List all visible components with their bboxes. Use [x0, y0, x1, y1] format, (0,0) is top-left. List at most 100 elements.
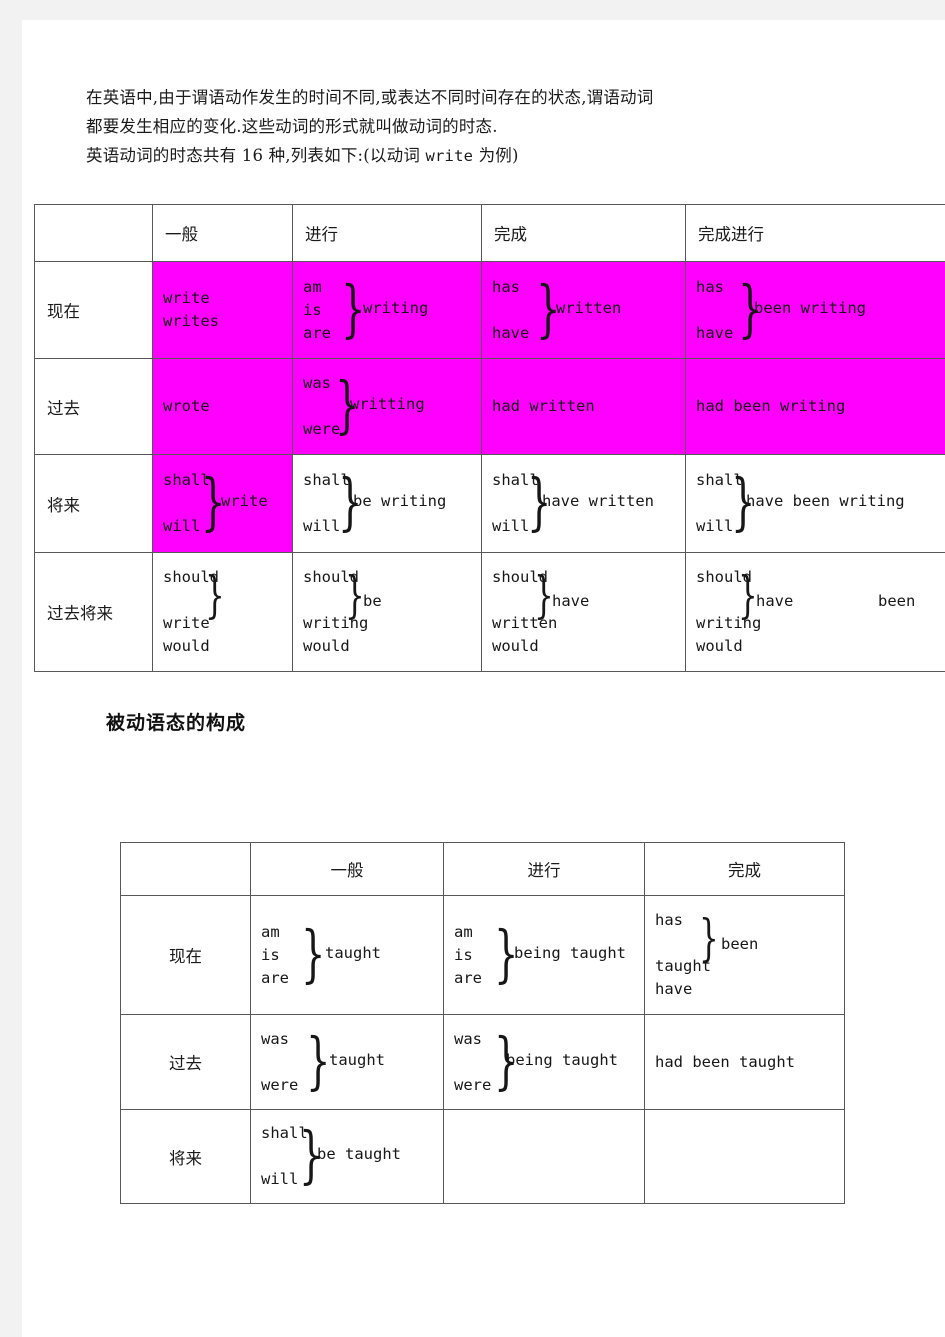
cell-content: had written	[482, 389, 685, 424]
brace-result: written	[556, 298, 622, 317]
brace-line-top: shall	[261, 1124, 308, 1142]
brace-result: have written	[542, 492, 654, 510]
brace-result: have	[552, 592, 590, 610]
brace-line-bottom: will	[492, 517, 530, 535]
table-row: 过去 was were } taught was were } being ta…	[120, 1014, 845, 1110]
brace-group: should written would } have	[482, 562, 685, 662]
brace-line-bottom: have	[492, 323, 530, 342]
tense-cell: has have } written	[481, 261, 686, 359]
cell-content: had been writing	[686, 389, 945, 424]
header-corner-cell	[120, 842, 251, 896]
header-cell: 一般	[250, 842, 444, 896]
brace-tail-2: would	[163, 637, 210, 655]
intro-line-2: 都要发生相应的变化.这些动词的形式就叫做动词的时态.	[86, 117, 498, 136]
brace-line-top: should	[696, 568, 752, 586]
brace-line-top: has	[696, 277, 724, 296]
brace-group: shall will } have written	[482, 465, 685, 542]
brace-line-top: should	[163, 568, 219, 586]
brace-result: have been writing	[746, 492, 905, 510]
table-header-row: 一般 进行 完成	[120, 842, 845, 896]
brace-line-bottom: are	[261, 968, 289, 987]
tense-cell: has taught have } been	[644, 895, 845, 1015]
brace-group: should writing would } be	[293, 562, 481, 662]
header-label: 一般	[165, 225, 198, 244]
tense-cell: shall will } have written	[481, 454, 686, 553]
row-label: 现在	[47, 302, 80, 321]
curly-brace-icon: }	[345, 566, 365, 624]
brace-result: be taught	[317, 1145, 401, 1163]
row-label-cell: 将来	[34, 454, 153, 553]
brace-line-bottom: have	[696, 323, 734, 342]
brace-tail-1: write	[163, 614, 210, 632]
brace-line-spacer	[303, 589, 481, 612]
brace-line-top: has	[655, 911, 683, 929]
brace-group: has taught have } been	[645, 905, 844, 1005]
table-row: 过去将来 should write would } should writing…	[34, 552, 945, 672]
brace-line-top: was	[261, 1029, 289, 1048]
brace-line-top: should	[303, 568, 359, 586]
brace-line-spacer	[163, 589, 292, 612]
header-label: 进行	[527, 861, 561, 880]
tense-cell: had been taught	[644, 1014, 845, 1110]
brace-group: shall will } write	[153, 465, 292, 542]
brace-line-top: shall	[492, 471, 539, 489]
brace-tail-2: have	[655, 980, 693, 998]
curly-brace-icon: }	[699, 909, 719, 967]
tense-cell: had written	[481, 358, 686, 455]
brace-tail-2: would	[696, 637, 743, 655]
brace-result: been writing	[754, 298, 866, 317]
curly-brace-icon: }	[301, 916, 326, 990]
tense-cell: shall will } be writing	[292, 454, 482, 553]
row-label: 过去将来	[47, 604, 113, 623]
cell-content	[645, 1142, 844, 1172]
header-label: 完成	[728, 861, 761, 880]
tense-cell: should write would }	[152, 552, 293, 672]
cell-line: had been taught	[655, 1052, 795, 1071]
cell-line: wrote	[163, 397, 210, 415]
cell-content: wrote	[153, 389, 292, 424]
brace-line-top: am	[303, 277, 322, 296]
brace-result: writing	[363, 298, 429, 317]
brace-tail-1: written	[492, 614, 558, 632]
brace-result: being taught	[506, 1050, 618, 1069]
tense-cell	[443, 1109, 645, 1204]
row-label-cell: 将来	[120, 1109, 251, 1204]
brace-group: has have } written	[482, 272, 685, 349]
curly-brace-icon: }	[306, 1023, 331, 1097]
brace-line-bottom: were	[454, 1075, 492, 1094]
brace-group: should writing would } have been	[686, 562, 945, 662]
brace-line-bottom: will	[261, 1170, 299, 1188]
tense-cell: should written would } have	[481, 552, 686, 672]
curly-brace-icon: }	[205, 566, 225, 624]
brace-line-top: am	[454, 922, 473, 941]
brace-line-bottom: are	[303, 323, 331, 342]
brace-group: has have } been writing	[686, 272, 945, 349]
brace-line-bottom: were	[261, 1075, 299, 1094]
brace-result: been	[721, 935, 759, 953]
cell-line: write	[163, 289, 210, 307]
tense-cell: am is are } writing	[292, 261, 482, 359]
header-label: 完成进行	[698, 225, 764, 244]
brace-group: shall will } be taught	[251, 1118, 443, 1195]
brace-result: write	[221, 492, 268, 510]
brace-result: writting	[350, 395, 425, 413]
brace-group: was were } being taught	[444, 1024, 644, 1101]
document-page: 在英语中,由于谓语动作发生的时间不同,或表达不同时间存在的状态,谓语动词 都要发…	[22, 20, 945, 1337]
brace-result: being taught	[514, 943, 626, 962]
brace-tail-1: writing	[696, 614, 762, 632]
intro-line-3: 英语动词的时态共有 16 种,列表如下:(以动词 write 为例)	[86, 141, 886, 171]
brace-group: shall will } have been writing	[686, 465, 945, 542]
header-label: 一般	[330, 861, 364, 880]
brace-group: was were } taught	[251, 1024, 443, 1101]
brace-tail-2: would	[492, 637, 539, 655]
brace-tail-1: writing	[303, 614, 369, 632]
tense-cell: had been writing	[685, 358, 945, 455]
tense-cell: am is are } taught	[250, 895, 444, 1015]
brace-line-bottom: were	[303, 420, 341, 438]
brace-line-top: was	[303, 374, 331, 392]
table-row: 现在 write writes am is are } writing has ha…	[34, 261, 945, 359]
brace-result: taught	[325, 943, 381, 962]
brace-group: shall will } be writing	[293, 465, 481, 542]
header-corner-cell	[34, 204, 153, 262]
brace-line-top: was	[454, 1029, 482, 1048]
